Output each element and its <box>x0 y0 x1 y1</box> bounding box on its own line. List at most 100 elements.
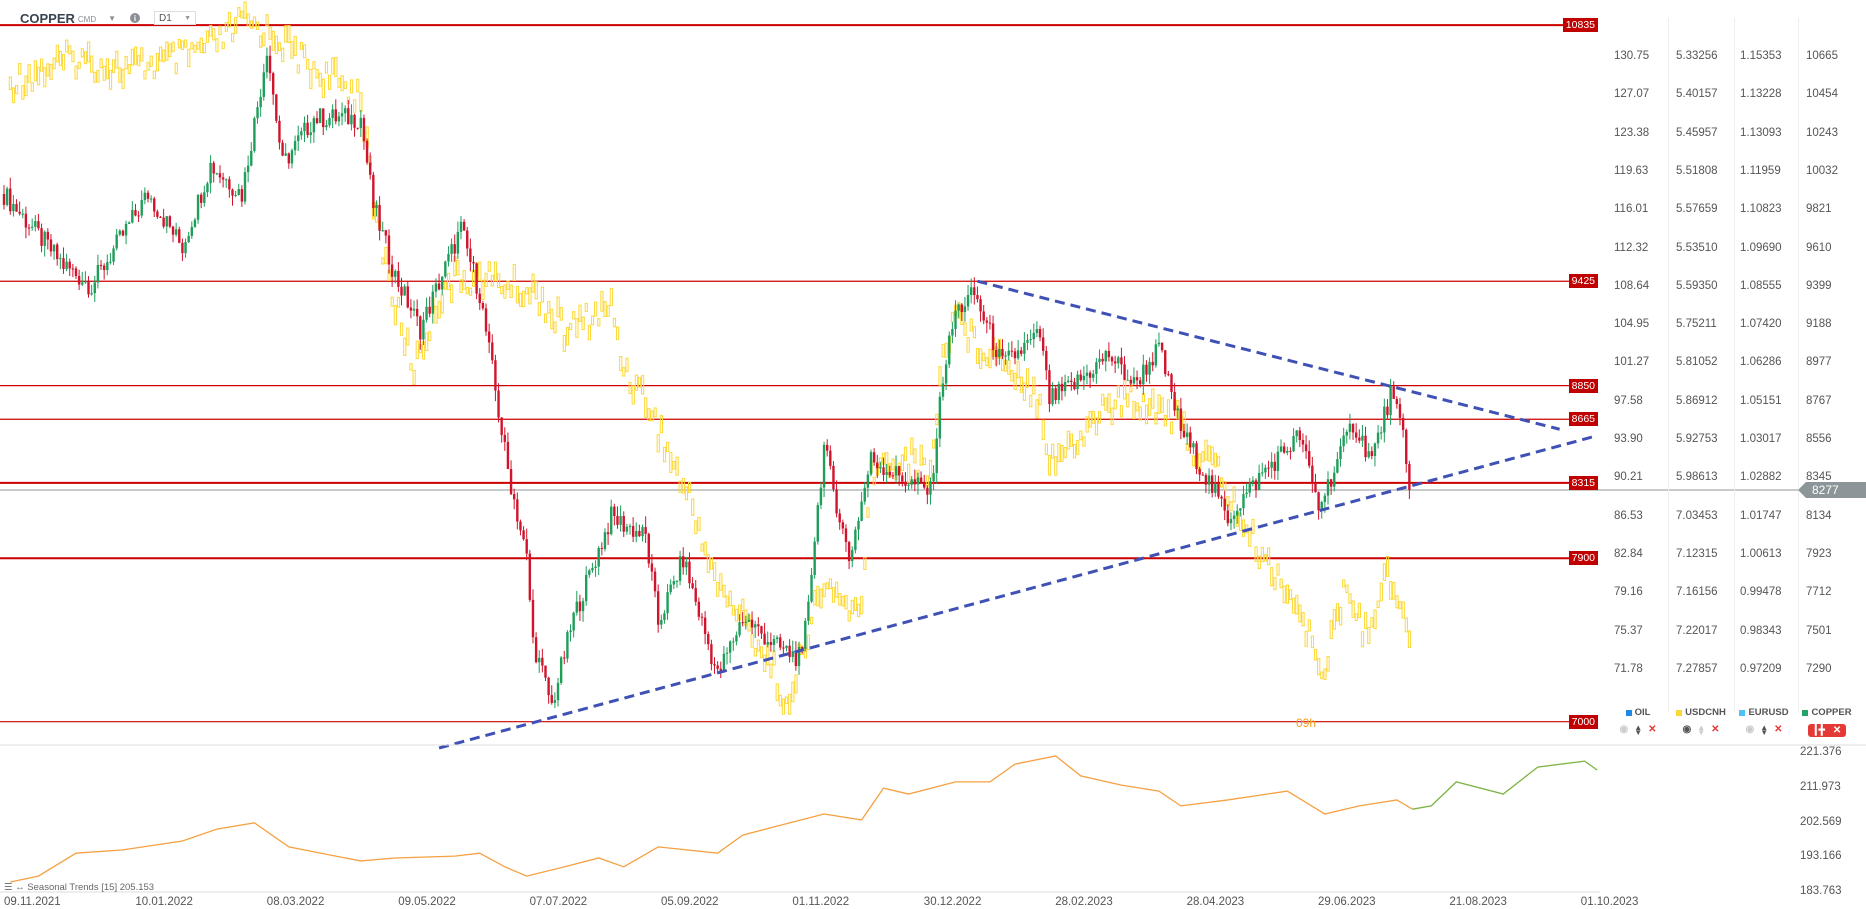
date-label: 30.12.2022 <box>923 896 982 908</box>
close-icon[interactable]: ✕ <box>1833 725 1841 736</box>
eye-icon[interactable]: ◉ <box>1745 724 1754 735</box>
usdcnh-bar <box>713 562 717 582</box>
copper-candle <box>1142 354 1145 395</box>
move-arrows-icon[interactable]: ▲ ▼ <box>1697 723 1705 736</box>
level-label[interactable]: 10835 <box>1562 18 1598 33</box>
move-arrows-icon[interactable]: ▲ ▼ <box>1760 723 1768 736</box>
usdcnh-bar <box>963 322 967 336</box>
candle-body <box>1129 379 1132 384</box>
candle-body <box>1182 430 1186 437</box>
usdcnh-bar <box>928 459 933 480</box>
copper-candle <box>913 469 917 492</box>
usdcnh-bar <box>528 287 532 305</box>
price-chart[interactable] <box>0 0 1866 909</box>
usdcnh-bar <box>756 639 761 652</box>
copper-candle <box>1279 439 1283 453</box>
usdcnh-axis-label: 5.51808 <box>1676 164 1718 177</box>
move-arrows-icon[interactable]: ▲ ▼ <box>1634 723 1642 736</box>
level-label[interactable]: 7900 <box>1568 551 1598 566</box>
usdcnh-bar <box>794 674 798 694</box>
candle-body <box>847 542 851 562</box>
oil-axis-label: 127.07 <box>1614 88 1650 101</box>
level-label[interactable]: 8315 <box>1568 475 1598 490</box>
copper-candle <box>1286 446 1289 456</box>
copper-candle <box>966 284 970 311</box>
indicator-menu-icon[interactable]: ☰ ↔ <box>4 882 25 893</box>
copper-candle <box>1120 347 1123 375</box>
level-label[interactable]: 8665 <box>1568 412 1598 427</box>
close-icon[interactable]: ✕ <box>1648 724 1656 735</box>
usdcnh-bar <box>728 590 732 607</box>
candle-body <box>46 231 50 240</box>
usdcnh-bar <box>309 69 313 90</box>
timeframe-select[interactable]: D1 ▼ <box>154 11 197 25</box>
legend-item-eurusd[interactable]: EURUSD ◉ ▲ ▼ ✕ <box>1734 707 1794 736</box>
candle-body <box>1301 439 1305 445</box>
candle-body <box>1229 519 1233 524</box>
market-label: CMD <box>77 15 97 24</box>
usdcnh-bar <box>381 257 385 265</box>
copper-candle <box>18 201 21 216</box>
legend-item-oil[interactable]: OIL ◉ ▲ ▼ ✕ <box>1608 707 1668 736</box>
indicator-label[interactable]: ☰ ↔ Seasonal Trends [15] 205.153 <box>4 882 154 893</box>
info-icon[interactable]: i <box>130 13 141 23</box>
copper-candle <box>813 537 816 579</box>
usdcnh-bar <box>340 75 344 92</box>
usdcnh-bar <box>644 397 648 418</box>
usdcnh-bar <box>919 444 923 466</box>
close-icon[interactable]: ✕ <box>1711 724 1719 735</box>
level-label[interactable]: 7000 <box>1568 714 1598 729</box>
usdcnh-bar <box>1044 443 1048 456</box>
candle-body <box>181 242 184 254</box>
usdcnh-bar <box>1041 419 1045 441</box>
candle-body <box>81 282 84 285</box>
level-label[interactable]: 8850 <box>1568 378 1598 393</box>
usdcnh-bar <box>118 67 122 83</box>
date-label: 10.01.2022 <box>135 896 193 908</box>
candle-body <box>1351 423 1355 433</box>
copper-candle <box>124 220 128 245</box>
candle-body <box>303 122 306 132</box>
usdcnh-bar <box>1119 405 1124 418</box>
legend-item-copper[interactable]: COPPER ┃╋ ✕ <box>1797 707 1857 737</box>
candle-body <box>1364 435 1367 458</box>
candle-body <box>362 117 366 141</box>
candle-body <box>857 520 860 530</box>
copper-candle <box>663 610 666 624</box>
eye-icon[interactable]: ◉ <box>1619 724 1628 735</box>
candle-body <box>944 364 948 384</box>
legend-item-usdcnh[interactable]: USDCNH ◉ ▲ ▼ ✕ <box>1671 707 1731 736</box>
copper-candle <box>569 624 572 642</box>
copper-candle <box>597 546 600 576</box>
copper-candle <box>497 383 500 423</box>
usdcnh-bar <box>1132 400 1136 420</box>
candle-body <box>30 226 34 228</box>
candle-body <box>484 308 488 332</box>
candle-body <box>1126 379 1129 381</box>
candle-body <box>1120 357 1123 365</box>
copper-candle <box>475 262 478 300</box>
candle-body <box>891 475 895 477</box>
candle-body <box>1254 480 1258 490</box>
close-icon[interactable]: ✕ <box>1774 724 1782 735</box>
copper-candle <box>1376 424 1380 449</box>
chart-type-button[interactable]: ┃╋ ✕ <box>1807 724 1847 737</box>
usdcnh-axis-label: 5.45957 <box>1676 126 1718 139</box>
candle-body <box>497 390 500 418</box>
candle-body <box>237 189 240 195</box>
copper-candle <box>794 641 798 671</box>
copper-candle <box>190 221 193 239</box>
copper-candle <box>1073 377 1076 391</box>
symbol-name[interactable]: COPPER <box>20 11 75 26</box>
copper-candle <box>187 231 190 244</box>
usdcnh-bar <box>243 1 247 19</box>
copper-candle <box>619 505 622 532</box>
candle-body <box>1085 372 1089 376</box>
usdcnh-bar <box>503 284 507 299</box>
usdcnh-bar <box>1313 648 1318 661</box>
eye-icon[interactable]: ◉ <box>1682 724 1691 735</box>
legend-label: OIL <box>1634 707 1651 718</box>
level-label[interactable]: 9425 <box>1568 274 1598 289</box>
chevron-down-icon[interactable]: ▼ <box>108 14 116 23</box>
usdcnh-bar <box>403 337 407 356</box>
